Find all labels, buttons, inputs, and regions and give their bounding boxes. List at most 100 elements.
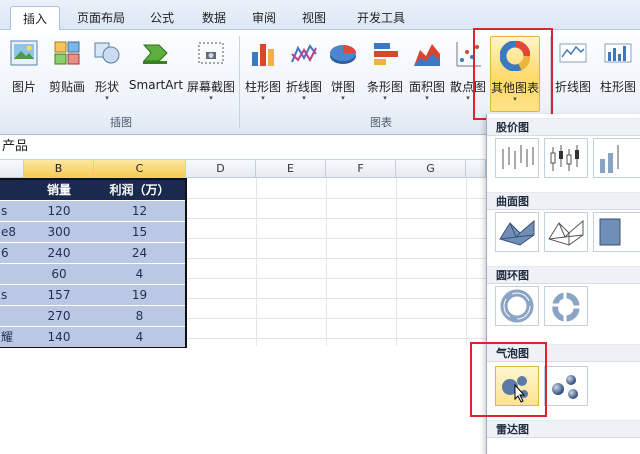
area-chart-dropdown-arrow: ▾ — [425, 94, 429, 102]
stock-chart-option[interactable] — [593, 138, 640, 178]
contour-chart-icon — [599, 218, 621, 246]
table-cell[interactable]: 6 — [0, 243, 24, 263]
column-header-h[interactable] — [466, 160, 486, 178]
line-chart-label: 折线图 — [285, 80, 322, 94]
bubble-chart-option[interactable] — [544, 366, 588, 406]
area-chart-button[interactable]: 面积图 ▾ — [406, 36, 448, 106]
surface-chart-option[interactable] — [544, 212, 588, 252]
table-cell[interactable] — [0, 306, 24, 326]
tab-formulas[interactable]: 公式 — [140, 6, 184, 30]
surface-chart-option[interactable] — [495, 212, 539, 252]
bar-chart-dropdown-arrow: ▾ — [383, 94, 387, 102]
column-chart-dropdown-arrow: ▾ — [261, 94, 265, 102]
column-chart-button[interactable]: 柱形图 ▾ — [243, 36, 283, 106]
other-charts-callout-box — [473, 28, 553, 120]
line-chart-button[interactable]: 折线图 ▾ — [284, 36, 324, 106]
ribbon-tab-bar: 插入 页面布局 公式 数据 审阅 视图 开发工具 — [0, 0, 640, 31]
table-cell[interactable]: 4 — [94, 327, 185, 347]
tab-page-layout[interactable]: 页面布局 — [66, 6, 136, 30]
column-header-b[interactable]: B — [24, 160, 94, 178]
picture-button[interactable]: 图片 — [6, 36, 42, 106]
shapes-button[interactable]: 形状 ▾ — [90, 36, 124, 106]
stock-chart-option[interactable] — [495, 138, 539, 178]
table-cell[interactable]: 15 — [94, 222, 185, 242]
tab-review[interactable]: 审阅 — [244, 6, 284, 30]
column-header-a[interactable] — [0, 160, 24, 178]
stock-chart-option[interactable] — [544, 138, 588, 178]
column-header-f[interactable]: F — [326, 160, 396, 178]
table-cell[interactable]: 120 — [24, 201, 94, 221]
pie-chart-button[interactable]: 饼图 ▾ — [326, 36, 360, 106]
table-cell[interactable]: 300 — [24, 222, 94, 242]
table-header-cell[interactable]: 利润（万） — [94, 180, 185, 200]
gallery-section-surface: 曲面图 — [487, 192, 640, 210]
grid-line — [186, 198, 486, 199]
sparkline-line-button[interactable]: 折线图 — [552, 36, 594, 106]
table-cell[interactable] — [0, 264, 24, 284]
surface-chart-option[interactable] — [593, 212, 640, 252]
grid-line — [256, 178, 257, 346]
doughnut-chart-option[interactable] — [495, 286, 539, 326]
screenshot-label: 屏幕截图 — [186, 80, 235, 94]
table-cell[interactable]: 157 — [24, 285, 94, 305]
clipart-label: 剪贴画 — [48, 80, 85, 94]
table-cell[interactable]: 270 — [24, 306, 94, 326]
line-chart-icon — [291, 44, 317, 63]
table-cell[interactable]: s — [0, 285, 24, 305]
table-cell[interactable]: 60 — [24, 264, 94, 284]
group-separator — [239, 36, 240, 128]
screenshot-button[interactable]: 屏幕截图 ▾ — [186, 36, 236, 106]
pie-chart-label: 饼图 — [330, 80, 355, 94]
area-chart-icon — [414, 44, 440, 66]
exploded-doughnut-chart-icon — [551, 291, 581, 323]
tab-data[interactable]: 数据 — [192, 6, 236, 30]
table-header-cell[interactable] — [0, 180, 24, 200]
sparkline-column-label: 柱形图 — [599, 80, 636, 94]
table-cell[interactable]: 8 — [94, 306, 185, 326]
smartart-button[interactable]: SmartArt — [128, 36, 184, 106]
surface-3d-chart-icon — [499, 219, 535, 246]
line-chart-dropdown-arrow: ▾ — [302, 94, 306, 102]
area-chart-label: 面积图 — [408, 80, 445, 94]
clipart-icon — [54, 41, 80, 65]
column-header-g[interactable]: G — [396, 160, 466, 178]
volume-stock-chart-icon — [600, 145, 619, 173]
grid-line — [186, 318, 486, 319]
bar-chart-label: 条形图 — [366, 80, 403, 94]
table-cell[interactable]: 12 — [94, 201, 185, 221]
gallery-section-stock: 股价图 — [487, 118, 640, 136]
gallery-section-doughnut: 圆环图 — [487, 266, 640, 284]
pie-chart-icon — [330, 45, 356, 64]
table-cell[interactable]: 140 — [24, 327, 94, 347]
table-cell[interactable]: 240 — [24, 243, 94, 263]
tab-view[interactable]: 视图 — [292, 6, 336, 30]
doughnut-chart-option[interactable] — [544, 286, 588, 326]
group-label-illustrations: 插图 — [110, 116, 132, 129]
sparkline-column-button[interactable]: 柱形图 — [596, 36, 640, 106]
table-cell[interactable]: 耀 — [0, 327, 24, 347]
column-chart-label: 柱形图 — [244, 80, 281, 94]
table-cell[interactable]: s — [0, 201, 24, 221]
tab-insert[interactable]: 插入 — [10, 6, 60, 31]
column-header-d[interactable]: D — [186, 160, 256, 178]
grid-line — [326, 178, 327, 346]
formula-bar[interactable]: 产品 — [0, 135, 486, 160]
clipart-button[interactable]: 剪贴画 — [46, 36, 88, 106]
bubble-chart-callout-box — [470, 342, 547, 417]
table-cell[interactable]: 24 — [94, 243, 185, 263]
bar-chart-button[interactable]: 条形图 ▾ — [364, 36, 406, 106]
data-table: 销量 利润（万） s 120 12 e8 300 15 6 240 24 60 … — [0, 178, 187, 348]
gallery-section-radar: 雷达图 — [487, 420, 640, 438]
table-cell[interactable]: e8 — [0, 222, 24, 242]
tab-developer[interactable]: 开发工具 — [345, 6, 417, 30]
candlestick-chart-icon — [550, 145, 579, 171]
column-header-e[interactable]: E — [256, 160, 326, 178]
grid-line — [186, 258, 486, 259]
shapes-icon — [94, 42, 120, 64]
bar-chart-icon — [374, 43, 398, 65]
table-header-cell[interactable]: 销量 — [24, 180, 94, 200]
column-header-c[interactable]: C — [94, 160, 186, 178]
table-cell[interactable]: 19 — [94, 285, 185, 305]
table-cell[interactable]: 4 — [94, 264, 185, 284]
grid-line — [186, 298, 486, 299]
